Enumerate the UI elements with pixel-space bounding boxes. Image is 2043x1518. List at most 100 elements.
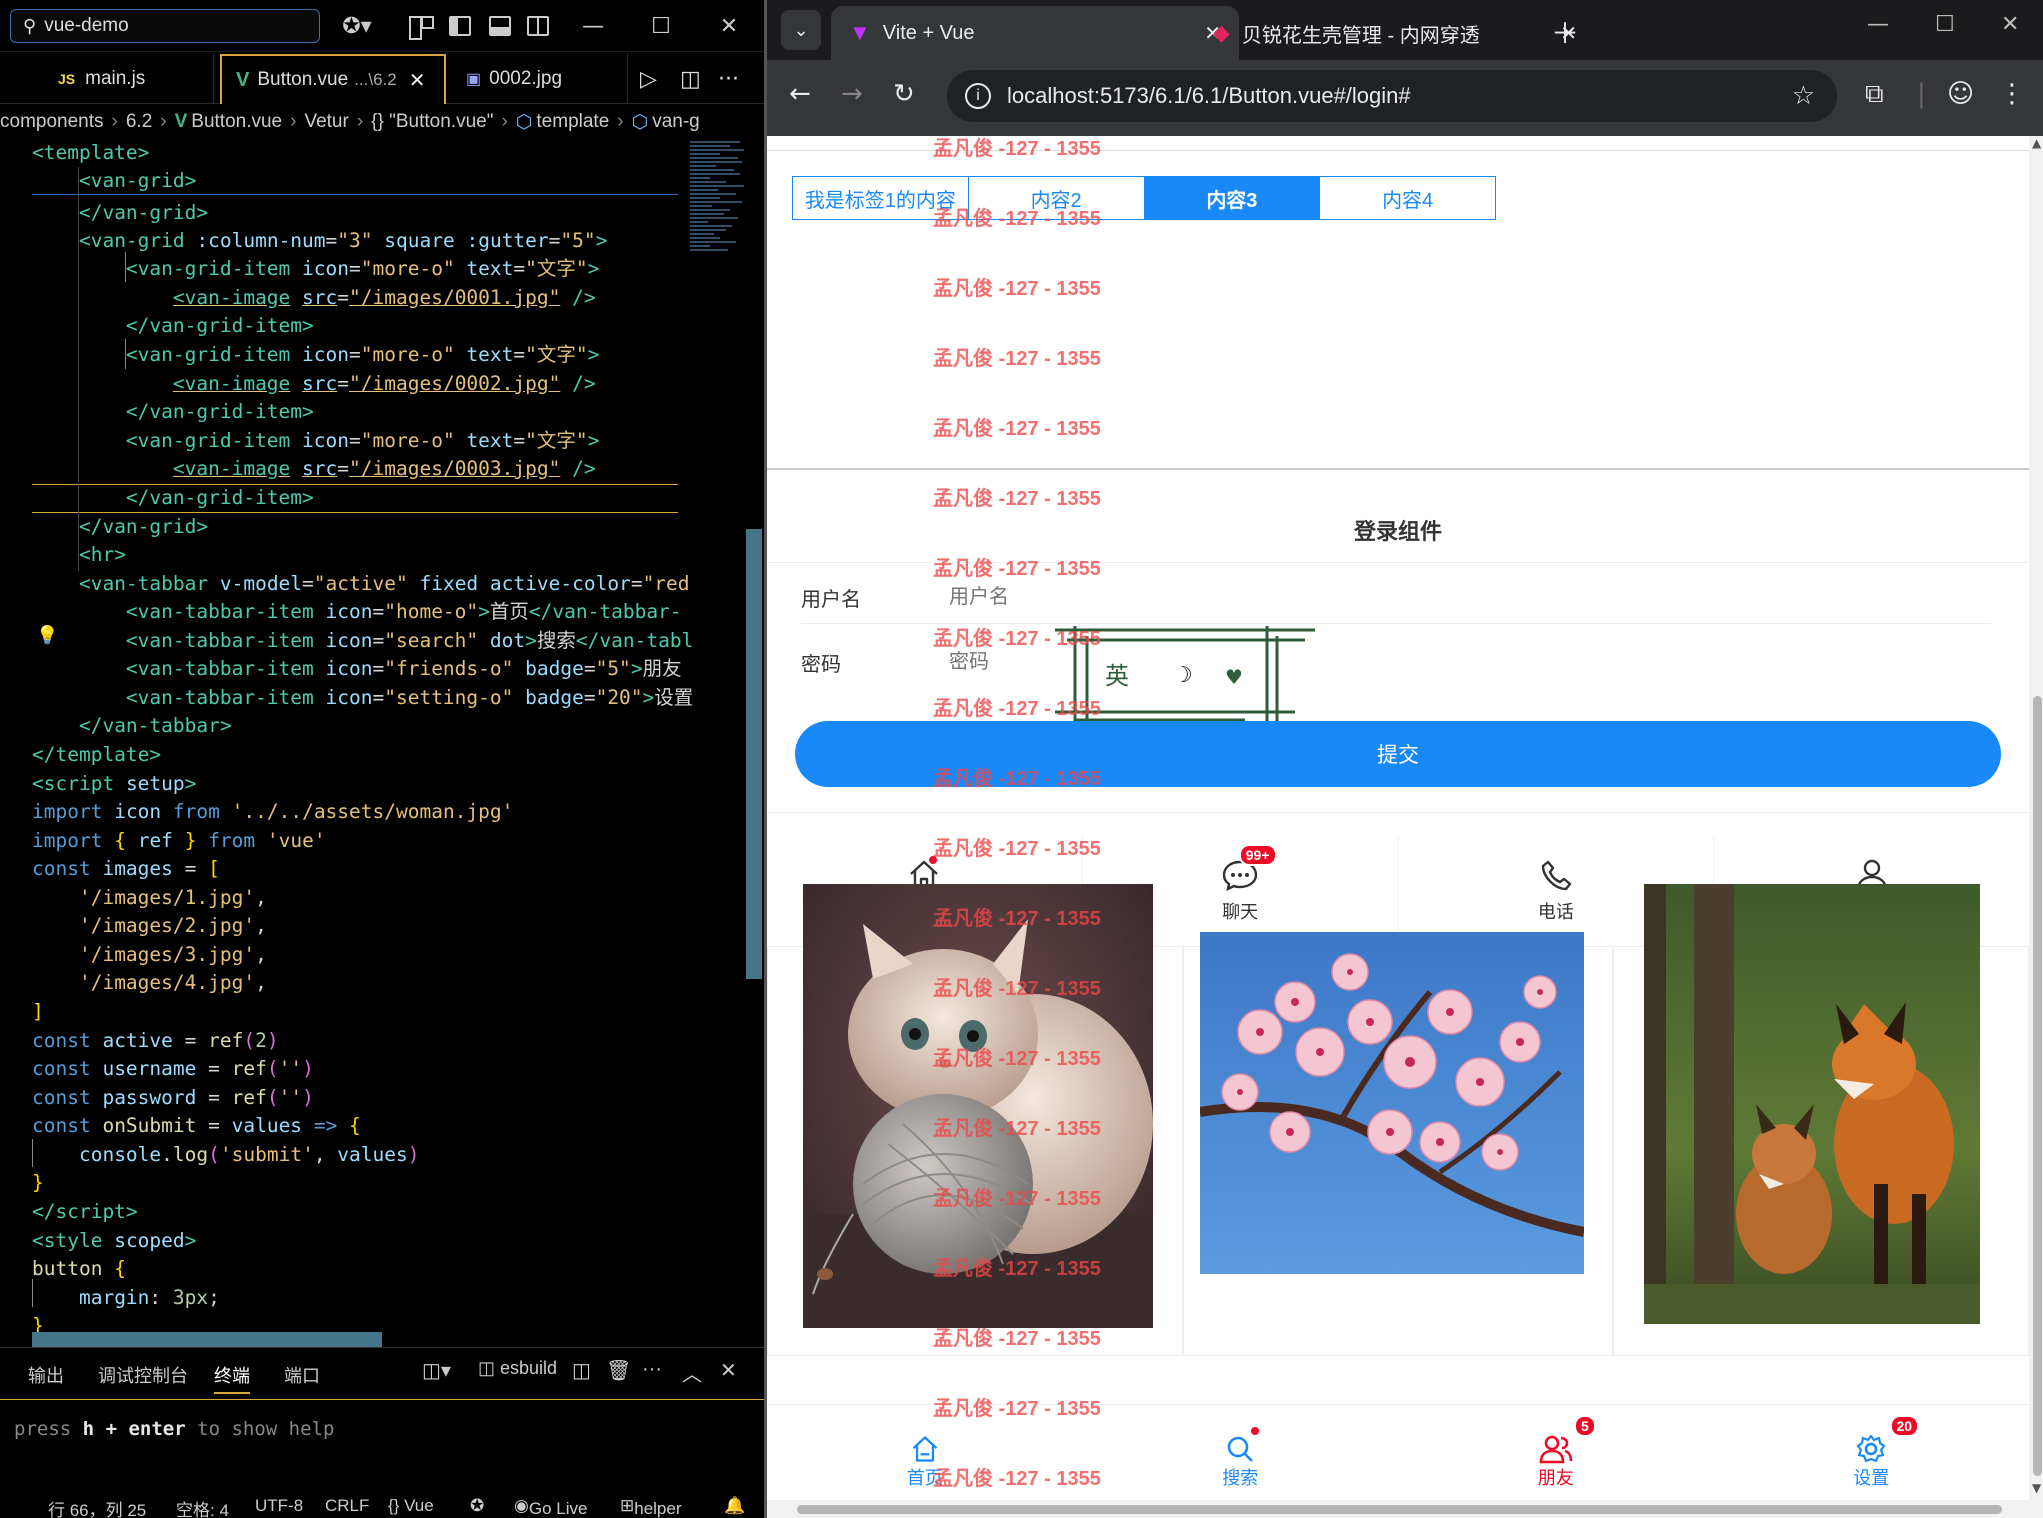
customize-layout-icon[interactable] [402, 10, 438, 42]
close-icon[interactable]: ✕ [2001, 12, 2019, 37]
vue-file-icon: V [174, 111, 188, 132]
toggle-sidebar-icon[interactable] [442, 10, 478, 42]
code-line: <van-image src="/images/0002.jpg" /> [172, 372, 596, 395]
tab-search-icon[interactable]: ⌄ [781, 10, 821, 50]
status-encoding[interactable]: UTF-8 [255, 1496, 303, 1516]
code-line: <van-tabbar-item icon="friends-o" badge=… [125, 657, 682, 680]
copilot-icon[interactable]: ✪▾ [332, 10, 382, 42]
tab-button-vue[interactable]: V Button.vue ...\6.2 ✕ [220, 54, 446, 104]
code-line: <van-grid-item icon="more-o" text="文字"> [125, 429, 600, 452]
chevron-up-icon[interactable]: ︿ [682, 1358, 702, 1387]
panel-tab-ports[interactable]: 端口 [284, 1362, 320, 1388]
code-line: import { ref } from 'vue' [32, 829, 326, 852]
tab-0002-jpg[interactable]: ▣ 0002.jpg [452, 54, 628, 104]
split-editor-icon[interactable]: ◫ [680, 54, 701, 104]
toggle-panel-icon[interactable] [482, 10, 518, 42]
back-icon[interactable]: ← [789, 79, 811, 109]
tab-label: main.js [85, 68, 146, 89]
browser-tab-vite[interactable]: ▼ Vite + Vue ✕ [831, 6, 1239, 60]
editor-scrollbar[interactable] [746, 529, 762, 979]
scroll-down-icon[interactable]: ▼ [2032, 1481, 2041, 1495]
terminal-plus: + [105, 1418, 118, 1440]
command-center-search[interactable]: ⚲ vue-demo [10, 9, 320, 43]
copilot-status-icon[interactable]: ✪ [470, 1496, 484, 1516]
terminal-shell-name: esbuild [500, 1358, 558, 1378]
scroll-up-icon[interactable]: ▲ [2032, 136, 2041, 150]
menu-icon[interactable]: ⋮ [1999, 79, 2025, 109]
divider [767, 812, 2029, 813]
code-line: '/images/2.jpg', [78, 914, 267, 937]
panel-tab-debug-console[interactable]: 调试控制台 [98, 1362, 188, 1388]
minimize-icon[interactable]: — [578, 10, 608, 42]
status-helper[interactable]: ⊞ helper [620, 1496, 682, 1518]
page-scrollbar[interactable]: ▲ ▼ [2029, 136, 2043, 1518]
notifications-icon[interactable]: 🔔 [724, 1496, 745, 1516]
submit-button[interactable]: 提交 [795, 721, 2001, 787]
vscode-window: ⚲ vue-demo ✪▾ — ☐ ✕ JS main.js V Button.… [0, 0, 764, 1518]
code-line: <van-grid :column-num="3" square :gutter… [78, 229, 608, 252]
split-terminal-icon[interactable]: ◫▾ [422, 1358, 451, 1383]
code-line: <van-tabbar v-model="active" fixed activ… [78, 572, 690, 595]
close-icon[interactable]: ✕ [714, 10, 744, 42]
minimize-icon[interactable]: — [1867, 12, 1889, 37]
minimap[interactable] [690, 139, 746, 389]
terminal-output[interactable]: press h + enter to show help [14, 1418, 334, 1440]
status-golive[interactable]: ◉ Go Live [514, 1496, 587, 1518]
divider [767, 150, 2029, 151]
reload-icon[interactable]: ↻ [893, 79, 915, 109]
scrollbar-thumb[interactable] [2033, 696, 2042, 1476]
forward-icon[interactable]: → [841, 79, 863, 109]
trash-icon[interactable]: 🗑 [606, 1358, 631, 1383]
vscode-title-bar: ⚲ vue-demo ✪▾ — ☐ ✕ [0, 0, 764, 52]
segment-tab-1[interactable]: 我是标签1的内容 [793, 177, 969, 219]
more-icon[interactable]: ··· [642, 1358, 662, 1381]
maximize-icon[interactable]: ☐ [646, 10, 676, 42]
breadcrumb-item[interactable]: components [0, 111, 104, 133]
watermark-text: 孟凡俊 -127 - 1355 [933, 138, 1101, 160]
panel-tab-output[interactable]: 输出 [28, 1362, 64, 1388]
horizontal-rule [767, 468, 2029, 470]
segment-tab-2[interactable]: 内容2 [969, 177, 1145, 219]
terminal-shell-selector[interactable]: ◫ esbuild [478, 1358, 557, 1379]
code-editor[interactable]: 💡 <template> <van-grid> </van-grid> <van… [0, 139, 764, 1347]
grid-nav-label: 电话 [1537, 902, 1574, 922]
page-horizontal-scrollbar[interactable] [767, 1500, 2029, 1518]
notification-dot [927, 854, 939, 866]
scrollbar-thumb[interactable] [797, 1505, 2002, 1514]
breadcrumb-item[interactable]: 6.2 [126, 111, 152, 133]
maximize-icon[interactable]: ☐ [1935, 12, 1955, 37]
editor-horizontal-scrollbar[interactable] [32, 1332, 382, 1347]
status-cursor-position[interactable]: 行 66，列 25 [48, 1496, 146, 1518]
new-tab-icon[interactable]: ＋ [1551, 12, 1579, 52]
toggle-secondary-sidebar-icon[interactable] [520, 10, 556, 42]
profile-icon[interactable]: ☺ [1947, 79, 1974, 109]
more-actions-icon[interactable]: ··· [718, 54, 739, 104]
close-panel-icon[interactable]: ✕ [720, 1358, 737, 1383]
close-tab-icon[interactable]: ✕ [409, 68, 426, 93]
breadcrumb-item[interactable]: Button.vue [191, 111, 282, 133]
username-input[interactable] [949, 586, 1214, 609]
panel-tab-terminal[interactable]: 终端 [214, 1362, 250, 1394]
breadcrumb-item[interactable]: van-g [652, 111, 700, 133]
captcha-char: 英 [1105, 662, 1129, 690]
terminal-layout-icon[interactable]: ◫ [572, 1358, 591, 1383]
tabbar-label: 首页 [906, 1467, 943, 1488]
tab-main-js[interactable]: JS main.js [44, 54, 214, 104]
site-info-icon[interactable]: i [965, 83, 991, 109]
address-bar[interactable]: i localhost:5173/6.1/6.1/Button.vue#/log… [947, 70, 1837, 122]
status-eol[interactable]: CRLF [325, 1496, 369, 1516]
breadcrumb-item[interactable]: {} "Button.vue" [371, 111, 493, 133]
tab-label: 0002.jpg [489, 68, 563, 89]
breadcrumb-item[interactable]: template [536, 111, 609, 133]
status-indentation[interactable]: 空格: 4 [176, 1496, 229, 1518]
breadcrumb-item[interactable]: Vetur [304, 111, 348, 133]
run-icon[interactable]: ▷ [640, 54, 657, 104]
extensions-icon[interactable]: ⧉ [1865, 79, 1884, 110]
code-line: <van-tabbar-item icon="search" dot>搜索</v… [125, 629, 694, 652]
segment-tab-3[interactable]: 内容3 [1144, 177, 1321, 219]
bookmark-star-icon[interactable]: ☆ [1792, 80, 1815, 111]
status-language[interactable]: {} Vue [388, 1496, 434, 1516]
browser-tab-oray[interactable]: ◆ 贝锐花生壳管理 - 内网穿透 ✕ [1195, 6, 1595, 60]
segment-tab-4[interactable]: 内容4 [1320, 177, 1495, 219]
cube-icon: ⬡ [515, 111, 533, 133]
